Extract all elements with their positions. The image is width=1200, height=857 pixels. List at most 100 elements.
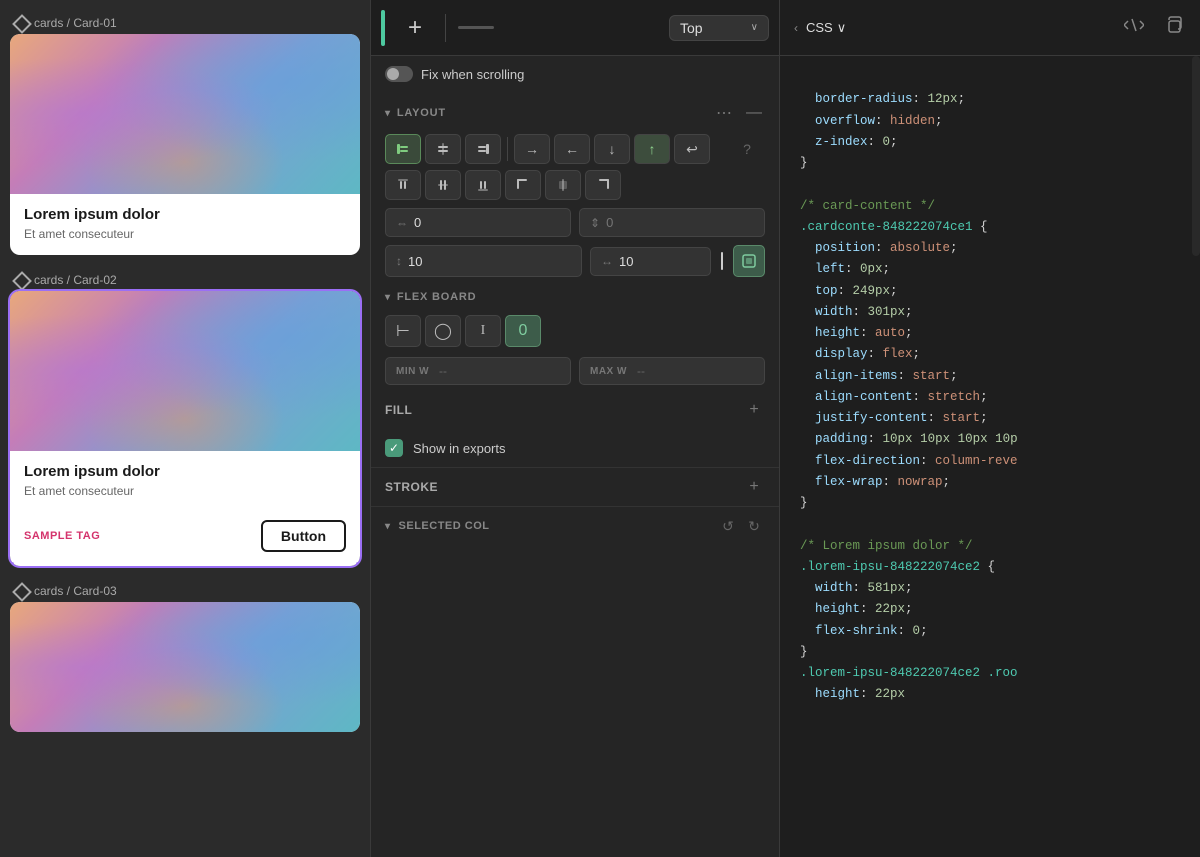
css-editor-header: ‹ CSS ∨ (780, 0, 1200, 56)
flex-board-section-header: ▾ FLEX BOARD (371, 281, 779, 311)
redo-btn[interactable]: ↻ (743, 515, 765, 537)
layout-align-row1: → ← ↓ ↑ ↩ ? (371, 132, 779, 168)
flex-oval-btn[interactable]: ◯ (425, 315, 461, 347)
text-cursor (721, 252, 723, 270)
minus-icon (458, 26, 494, 29)
diamond-icon-3 (14, 584, 28, 598)
position-dropdown[interactable]: Top ∨ (669, 15, 769, 41)
card2-button[interactable]: Button (261, 520, 346, 552)
stroke-add-btn[interactable]: + (743, 476, 765, 498)
max-w-field[interactable]: MAX W -- (579, 357, 765, 385)
stroke-section-row: STROKE + (371, 467, 779, 506)
card2-image (10, 291, 360, 451)
card3-image (10, 602, 360, 732)
align-bot-btn[interactable] (465, 170, 501, 200)
card2-body: Lorem ipsum dolor Et amet consecuteur (10, 451, 360, 512)
help-btn[interactable]: ? (729, 134, 765, 164)
padding-h-icon: ↕ (396, 254, 402, 268)
card1-body: Lorem ipsum dolor Et amet consecuteur (10, 194, 360, 255)
flex-icons-row: ⊢ ◯ I 0 (371, 311, 779, 351)
css-copy-btn[interactable] (1160, 12, 1186, 43)
layout-more-btn[interactable]: ⋯ (713, 102, 735, 124)
row1-divider (507, 137, 508, 161)
card1-image (10, 34, 360, 194)
align-right-btn[interactable] (465, 134, 501, 164)
active-indicator (381, 10, 385, 46)
gap-x-field[interactable]: ⇔ (385, 208, 571, 237)
left-panel: cards / Card-01 Lorem ipsum dolor Et ame… (0, 0, 370, 857)
fill-add-btn[interactable]: + (743, 399, 765, 421)
layout-align-row2 (371, 168, 779, 204)
card2-footer: SAMPLE TAG Button (10, 512, 360, 566)
scroll-indicator (1192, 56, 1200, 256)
card3-preview[interactable] (10, 602, 360, 732)
undo-redo-group: ↺ ↻ (717, 515, 765, 537)
align-tl-btn[interactable] (505, 170, 541, 200)
arrow-right-btn[interactable]: → (514, 134, 550, 164)
gap-y-icon: ⇕ (590, 216, 600, 230)
gap-y-field[interactable]: ⇕ (579, 208, 765, 237)
card1-preview[interactable]: Lorem ipsum dolor Et amet consecuteur (10, 34, 360, 255)
css-dropdown-chevron: ∨ (837, 20, 847, 36)
fix-scroll-row: Fix when scrolling (371, 56, 779, 92)
show-exports-checkbox[interactable]: ✓ (385, 439, 403, 457)
css-header-actions (1120, 12, 1186, 43)
selected-col-row: ▾ SELECTED COL ↺ ↻ (371, 506, 779, 545)
align-tr-btn[interactable] (585, 170, 621, 200)
gap-x-input[interactable] (414, 215, 560, 230)
align-tc-btn[interactable] (545, 170, 581, 200)
align-left-btn[interactable] (385, 134, 421, 164)
css-collapse-chevron[interactable]: ‹ (794, 21, 798, 35)
arrow-up-btn[interactable]: ↑ (634, 134, 670, 164)
align-mid-v-btn[interactable] (425, 170, 461, 200)
align-top-btn[interactable] (385, 170, 421, 200)
padding-v-input[interactable]: 10 (619, 254, 700, 269)
toolbar-divider (445, 14, 446, 42)
layout-section-header: ▾ LAYOUT ⋯ — (371, 92, 779, 132)
handle-br[interactable] (356, 562, 360, 566)
layout-header-actions: ⋯ — (713, 102, 765, 124)
add-button[interactable]: + (397, 10, 433, 46)
flex-stretch-btn[interactable]: ⊢ (385, 315, 421, 347)
gap-input-row: ⇔ ⇕ (371, 204, 779, 241)
padding-input-row: ↕ 10 ↔ 10 (371, 241, 779, 281)
card2-label: cards / Card-02 (10, 267, 360, 291)
css-code-view-btn[interactable] (1120, 13, 1148, 42)
diamond-icon-1 (14, 16, 28, 30)
diamond-icon-2 (14, 273, 28, 287)
align-center-h-btn[interactable] (425, 134, 461, 164)
flex-board-collapse-btn[interactable]: ▾ FLEX BOARD (385, 291, 476, 303)
top-toolbar: + Top ∨ (371, 0, 779, 56)
card3-label: cards / Card-03 (10, 578, 360, 602)
padding-v-icon: ↔ (601, 254, 613, 268)
middle-panel: + Top ∨ Fix when scrolling ▾ LAYOUT ⋯ — (370, 0, 780, 857)
arrow-left-btn[interactable]: ← (554, 134, 590, 164)
fill-section-row: FILL + (371, 391, 779, 429)
flex-text-btn[interactable]: I (465, 315, 501, 347)
padding-v-field[interactable]: ↔ 10 (590, 247, 711, 276)
card1-label: cards / Card-01 (10, 10, 360, 34)
gap-x-icon: ⇔ (396, 216, 408, 230)
padding-h-input[interactable]: 10 (408, 254, 571, 269)
layout-close-btn[interactable]: — (743, 102, 765, 124)
right-panel: ‹ CSS ∨ border-radius: 12px; overflow: h… (780, 0, 1200, 857)
gap-y-input[interactable] (606, 215, 754, 230)
minmax-row: MIN W -- MAX W -- (371, 351, 779, 391)
fix-scroll-toggle[interactable] (385, 66, 413, 82)
min-w-field[interactable]: MIN W -- (385, 357, 571, 385)
wrap-btn[interactable]: ↩ (674, 134, 710, 164)
padding-action-btn[interactable] (733, 245, 765, 277)
card2-preview[interactable]: Lorem ipsum dolor Et amet consecuteur SA… (10, 291, 360, 566)
layout-collapse-arrow: ▾ (385, 108, 391, 119)
css-code-block: border-radius: 12px; overflow: hidden; z… (780, 56, 1200, 739)
flex-collapse-arrow: ▾ (385, 292, 391, 303)
undo-btn[interactable]: ↺ (717, 515, 739, 537)
show-exports-row: ✓ Show in exports (371, 429, 779, 467)
padding-h-field[interactable]: ↕ 10 (385, 245, 582, 277)
layout-collapse-btn[interactable]: ▾ LAYOUT (385, 107, 446, 119)
flex-zero-btn[interactable]: 0 (505, 315, 541, 347)
selected-col-arrow: ▾ (385, 521, 391, 532)
arrow-down-btn[interactable]: ↓ (594, 134, 630, 164)
css-dropdown-btn[interactable]: CSS ∨ (806, 20, 846, 36)
handle-bl[interactable] (10, 562, 14, 566)
